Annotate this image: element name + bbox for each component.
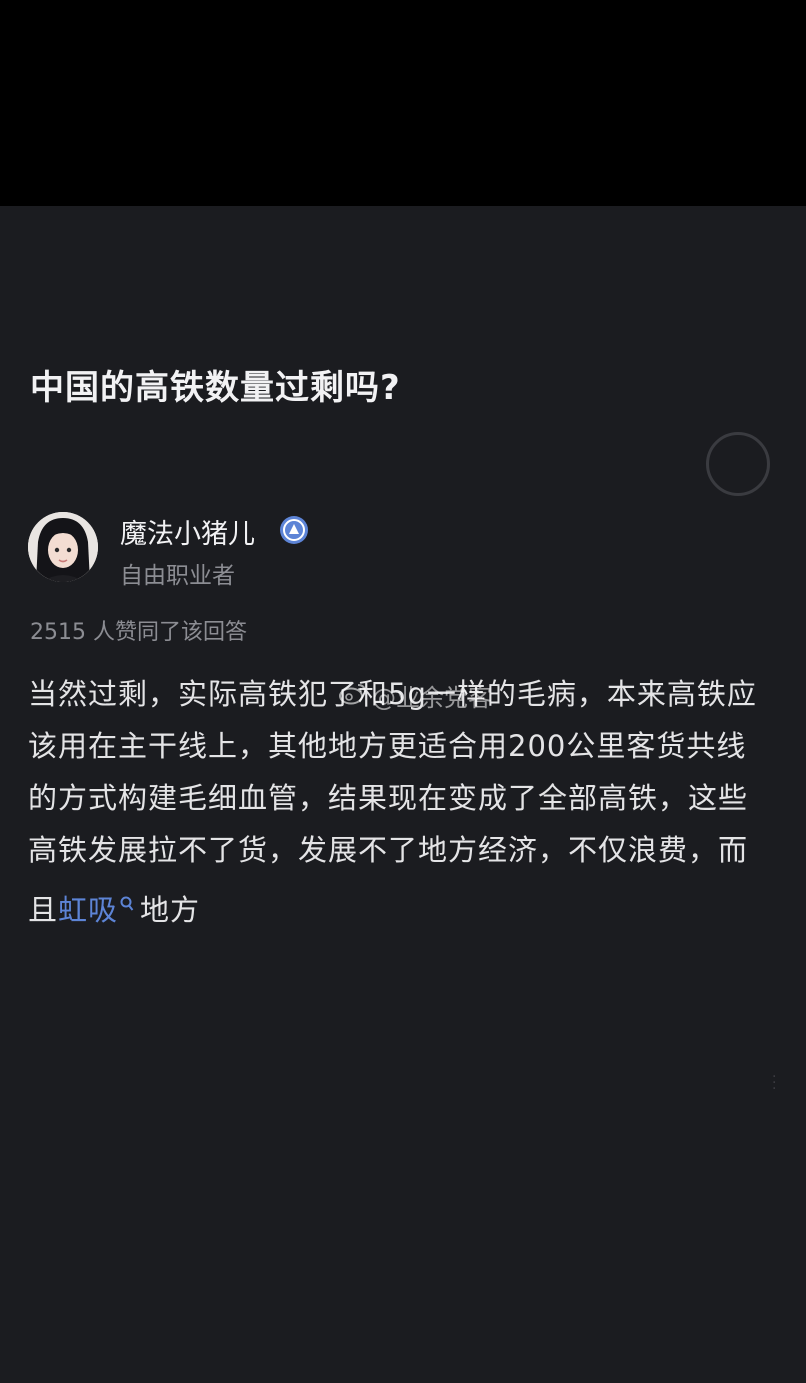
avatar[interactable]	[28, 512, 98, 582]
watermark-text: @业余党客	[372, 684, 492, 712]
top-black-bar	[0, 0, 806, 206]
author-name[interactable]: 魔法小猪儿	[120, 512, 255, 551]
weibo-icon	[338, 681, 368, 711]
author-title: 自由职业者	[120, 563, 235, 589]
watermark: @业余党客	[338, 678, 492, 713]
vote-count: 2515 人赞同了该回答	[30, 620, 247, 645]
search-icon[interactable]	[120, 876, 134, 928]
floating-circle-button[interactable]	[706, 432, 770, 496]
more-icon[interactable]: · · ·	[772, 1070, 776, 1096]
keyword-link[interactable]: 虹吸	[58, 893, 118, 927]
answer-text-end: 地方	[140, 893, 201, 927]
verified-badge-icon	[278, 514, 310, 546]
answer-text: 当然过剩，实际高铁犯了和5g一样的毛病，本来高铁应该用在主干线上，其他地方更适合…	[28, 677, 757, 927]
question-title[interactable]: 中国的高铁数量过剩吗?	[30, 360, 401, 409]
